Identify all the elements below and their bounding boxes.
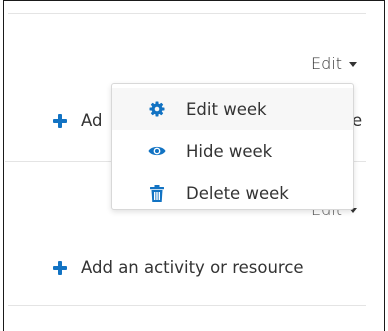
menu-item-label: Hide week — [186, 141, 273, 161]
menu-item-hide-week[interactable]: Hide week — [112, 130, 353, 172]
eye-icon — [148, 142, 166, 160]
menu-item-delete-week[interactable]: Delete week — [112, 172, 353, 214]
add-activity-link[interactable]: Ad — [53, 111, 102, 130]
section-divider — [8, 305, 366, 306]
section-divider — [8, 13, 366, 14]
menu-item-label: Edit week — [186, 99, 267, 119]
plus-icon — [53, 113, 67, 128]
menu-item-edit-week[interactable]: Edit week — [112, 88, 353, 130]
menu-item-label: Delete week — [186, 183, 289, 203]
cog-icon — [148, 100, 166, 118]
add-activity-label: Ad — [81, 111, 103, 130]
trash-icon — [148, 184, 166, 202]
add-activity-link-2[interactable]: Add an activity or resource — [53, 258, 304, 277]
add-activity-label: Add an activity or resource — [81, 258, 304, 277]
edit-menu-toggle[interactable]: Edit — [311, 54, 357, 73]
plus-icon — [53, 260, 67, 275]
edit-dropdown-menu: Edit week Hide week Delete week — [111, 83, 354, 210]
edit-label: Edit — [311, 54, 342, 73]
caret-down-icon — [349, 62, 357, 67]
